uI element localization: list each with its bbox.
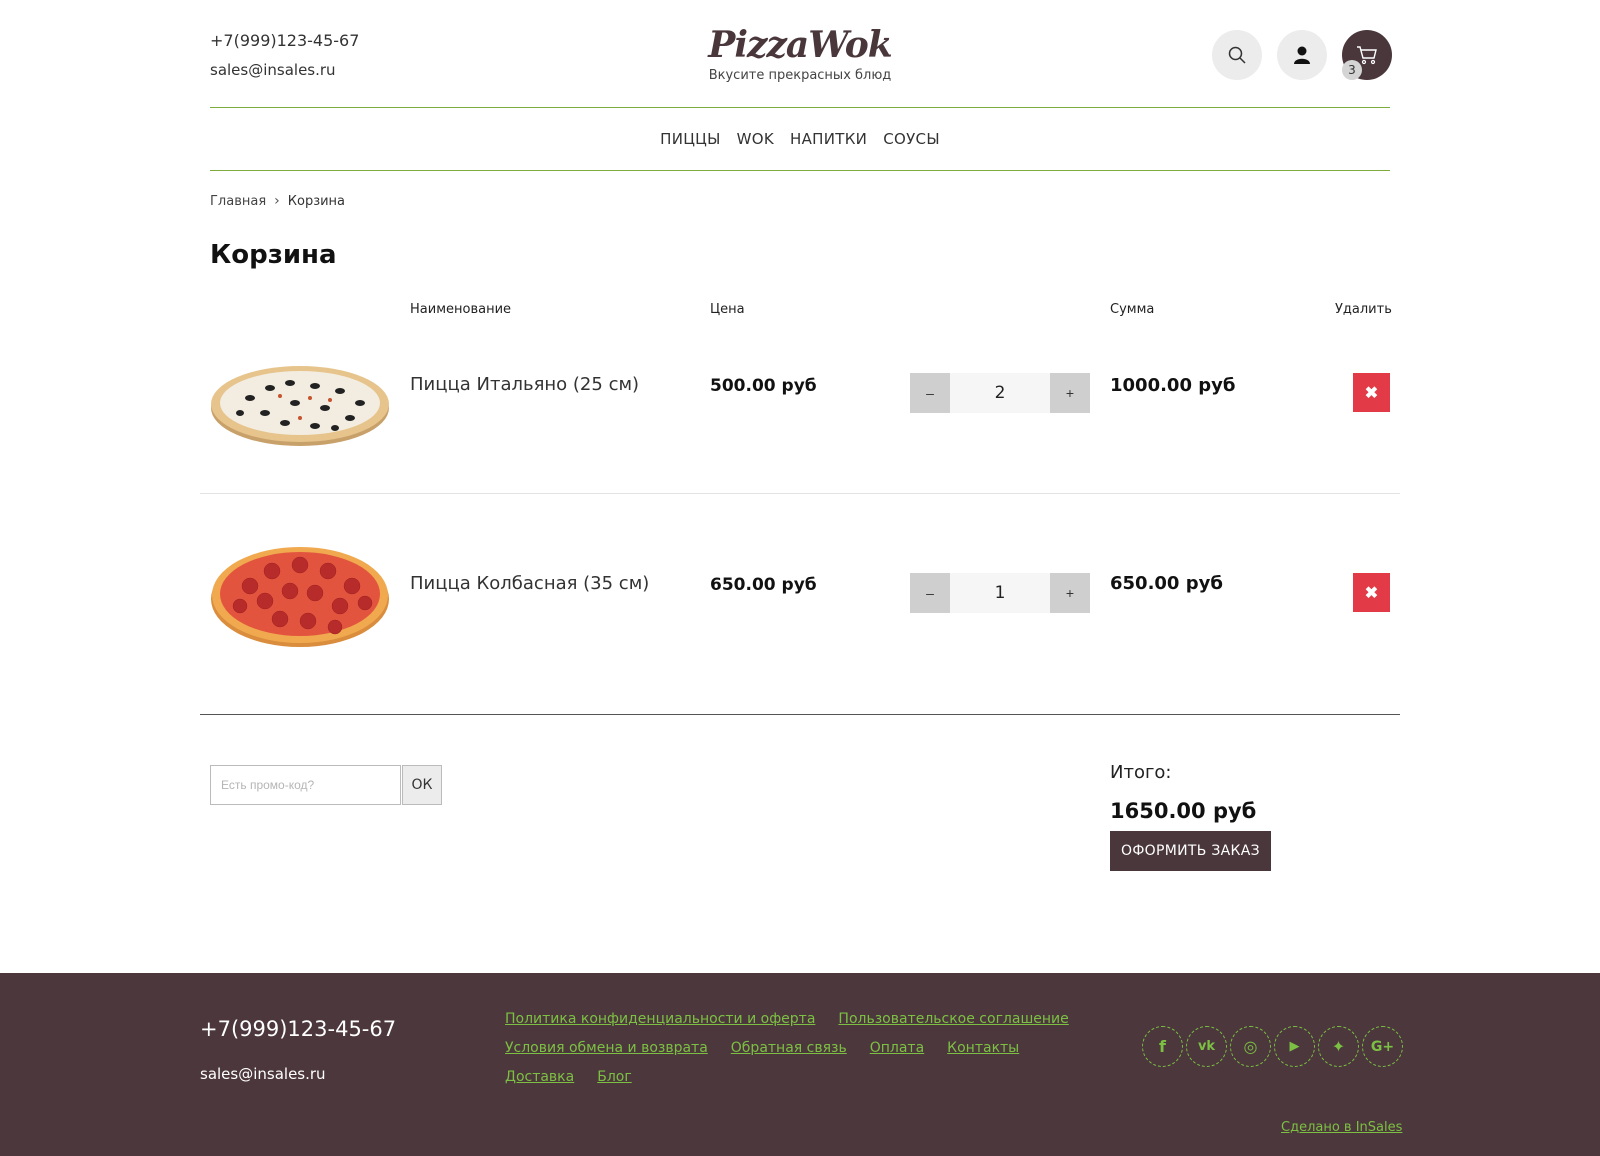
footer-link-agreement[interactable]: Пользовательское соглашение [838, 1009, 1068, 1030]
logo[interactable]: PizzaWok Вкусите прекрасных блюд [700, 22, 900, 83]
quantity-increase-button[interactable]: + [1050, 573, 1090, 613]
header-actions: 3 [1212, 30, 1392, 80]
header-email[interactable]: sales@insales.ru [210, 60, 359, 80]
footer-link-contacts[interactable]: Контакты [947, 1038, 1019, 1059]
close-icon: ✖ [1364, 384, 1379, 402]
promo-apply-button[interactable]: ОК [402, 765, 442, 805]
column-header-sum: Сумма [1110, 302, 1155, 317]
nav-item-wok[interactable]: WOK [737, 130, 774, 148]
cart-item: Пицца Итальяно (25 см) 500.00 руб – + 10… [200, 320, 1400, 470]
quantity-increase-button[interactable]: + [1050, 373, 1090, 413]
breadcrumb-current: Корзина [287, 193, 346, 209]
social-links: f vk ◎ ▶ ✦ G+ [1142, 1026, 1403, 1067]
logo-slogan: Вкусите прекрасных блюд [708, 68, 892, 83]
total-amount: 1650.00 руб [1110, 799, 1257, 823]
google-plus-icon[interactable]: G+ [1362, 1026, 1403, 1067]
account-button[interactable] [1277, 30, 1327, 80]
youtube-icon[interactable]: ▶ [1274, 1026, 1315, 1067]
footer-link-delivery[interactable]: Доставка [505, 1067, 574, 1088]
quantity-stepper: – + [910, 573, 1090, 613]
quantity-stepper: – + [910, 373, 1090, 413]
quantity-input[interactable] [950, 573, 1050, 613]
close-icon: ✖ [1364, 584, 1379, 602]
row-divider [200, 493, 1400, 494]
cart-count-badge: 3 [1342, 60, 1362, 80]
search-icon [1228, 46, 1246, 64]
product-title[interactable]: Пицца Итальяно (25 см) [410, 374, 639, 395]
table-bottom-divider [200, 714, 1400, 715]
product-sum: 1000.00 руб [1110, 375, 1236, 396]
main-nav: ПИЦЦЫ WOK НАПИТКИ СОУСЫ [210, 130, 1390, 148]
twitter-icon[interactable]: ✦ [1318, 1026, 1359, 1067]
header-phone[interactable]: +7(999)123-45-67 [210, 30, 359, 52]
product-price: 650.00 руб [710, 575, 817, 595]
quantity-input[interactable] [950, 373, 1050, 413]
order-total: Итого: 1650.00 руб ОФОРМИТЬ ЗАКАЗ [1110, 762, 1271, 871]
search-button[interactable] [1212, 30, 1262, 80]
footer-link-blog[interactable]: Блог [597, 1067, 631, 1088]
nav-item-pizza[interactable]: ПИЦЦЫ [660, 130, 721, 148]
footer-link-feedback[interactable]: Обратная связь [731, 1038, 847, 1059]
nav-item-sauces[interactable]: СОУСЫ [883, 130, 940, 148]
header-contacts: +7(999)123-45-67 sales@insales.ru [210, 30, 359, 80]
quantity-decrease-button[interactable]: – [910, 373, 950, 413]
nav-divider [210, 170, 1390, 171]
page-title: Корзина [210, 240, 337, 270]
product-sum: 650.00 руб [1110, 573, 1223, 594]
cart-item: Пицца Колбасная (35 см) 650.00 руб – + 6… [200, 521, 1400, 671]
instagram-icon[interactable]: ◎ [1230, 1026, 1271, 1067]
promo-code-input[interactable] [210, 765, 401, 805]
footer-link-privacy[interactable]: Политика конфиденциальности и оферта [505, 1009, 815, 1030]
footer-email[interactable]: sales@insales.ru [200, 1065, 326, 1083]
column-header-price: Цена [710, 302, 745, 317]
user-icon [1294, 46, 1310, 64]
facebook-icon[interactable]: f [1142, 1026, 1183, 1067]
product-image[interactable] [210, 541, 390, 651]
footer-link-payment[interactable]: Оплата [870, 1038, 924, 1059]
product-price: 500.00 руб [710, 376, 817, 396]
breadcrumb: Главная › Корзина [210, 193, 345, 209]
column-header-name: Наименование [410, 302, 512, 317]
promo-code-form: ОК [210, 765, 442, 805]
header-divider [210, 107, 1390, 108]
footer-phone[interactable]: +7(999)123-45-67 [200, 1017, 396, 1041]
nav-item-drinks[interactable]: НАПИТКИ [790, 130, 867, 148]
footer-link-returns[interactable]: Условия обмена и возврата [505, 1038, 708, 1059]
total-label: Итого: [1110, 762, 1172, 783]
cart-button[interactable]: 3 [1342, 30, 1392, 80]
logo-text[interactable]: PizzaWok [700, 22, 900, 68]
breadcrumb-home[interactable]: Главная [210, 194, 266, 209]
cart-icon [1357, 46, 1377, 65]
chevron-right-icon: › [274, 193, 280, 209]
quantity-decrease-button[interactable]: – [910, 573, 950, 613]
checkout-button[interactable]: ОФОРМИТЬ ЗАКАЗ [1110, 831, 1271, 871]
delete-item-button[interactable]: ✖ [1353, 573, 1390, 612]
footer: +7(999)123-45-67 sales@insales.ru Полити… [0, 973, 1600, 1156]
vk-icon[interactable]: vk [1186, 1026, 1227, 1067]
delete-item-button[interactable]: ✖ [1353, 373, 1390, 412]
made-in-insales-link[interactable]: Сделано в InSales [1281, 1120, 1402, 1135]
product-title[interactable]: Пицца Колбасная (35 см) [410, 573, 649, 594]
footer-links: Политика конфиденциальности и оферта Пол… [505, 1009, 1105, 1088]
column-header-delete: Удалить [1335, 302, 1392, 317]
product-image[interactable] [210, 348, 390, 458]
